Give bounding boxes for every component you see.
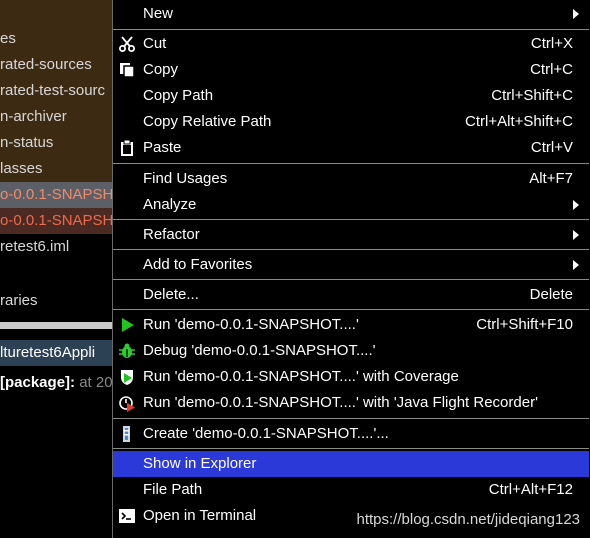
- tree-item[interactable]: raries: [0, 288, 38, 314]
- tree-item-selected[interactable]: o-0.0.1-SNAPSHO: [0, 182, 112, 208]
- run-config-icon: [118, 425, 136, 443]
- package-suffix: at 20: [79, 374, 112, 391]
- tree-item[interactable]: lasses: [0, 156, 43, 182]
- menu-label: Show in Explorer: [143, 455, 257, 472]
- menu-shortcut: Ctrl+X: [530, 35, 573, 52]
- menu-item-add-to-favorites[interactable]: Add to Favorites: [113, 252, 589, 278]
- menu-label: Copy Relative Path: [143, 113, 272, 130]
- menu-label: Create 'demo-0.0.1-SNAPSHOT....'...: [143, 425, 389, 442]
- menu-label: Copy Path: [143, 87, 214, 104]
- submenu-arrow-icon: [573, 200, 579, 210]
- menu-separator: [113, 249, 589, 250]
- menu-item-run[interactable]: Run 'demo-0.0.1-SNAPSHOT....' Ctrl+Shift…: [113, 312, 589, 338]
- submenu-arrow-icon: [573, 230, 579, 240]
- menu-item-create[interactable]: Create 'demo-0.0.1-SNAPSHOT....'...: [113, 421, 589, 447]
- menu-label: Delete...: [143, 286, 199, 303]
- menu-shortcut: Ctrl+Alt+F12: [488, 481, 573, 498]
- tree-item[interactable]: retest6.iml: [0, 234, 69, 260]
- tree-item[interactable]: o-0.0.1-SNAPSH: [0, 208, 112, 234]
- menu-label: File Path: [143, 481, 203, 498]
- menu-item-debug[interactable]: Debug 'demo-0.0.1-SNAPSHOT....': [113, 338, 589, 364]
- menu-item-delete[interactable]: Delete... Delete: [113, 282, 589, 308]
- clipboard-icon: [118, 139, 136, 157]
- terminal-icon: [118, 507, 136, 525]
- menu-item-show-in-explorer[interactable]: Show in Explorer: [113, 451, 589, 477]
- menu-item-file-path[interactable]: File Path Ctrl+Alt+F12: [113, 477, 589, 503]
- menu-label: Paste: [143, 139, 182, 156]
- menu-item-run-with-coverage[interactable]: Run 'demo-0.0.1-SNAPSHOT....' with Cover…: [113, 364, 589, 390]
- menu-separator: [113, 163, 589, 164]
- flight-recorder-icon: [118, 394, 136, 412]
- tree-item[interactable]: es: [0, 26, 16, 52]
- run-icon: [118, 316, 136, 334]
- menu-label: Add to Favorites: [143, 256, 253, 273]
- menu-label: Analyze: [143, 196, 197, 213]
- menu-label: Refactor: [143, 226, 200, 243]
- menu-separator: [113, 29, 589, 30]
- copy-icon: [118, 61, 136, 79]
- menu-label: Find Usages: [143, 170, 228, 187]
- tree-scroll-strip: [0, 322, 112, 329]
- menu-shortcut: Delete: [529, 286, 573, 303]
- menu-item-copy[interactable]: Copy Ctrl+C: [113, 57, 589, 83]
- menu-item-run-with-jfr[interactable]: Run 'demo-0.0.1-SNAPSHOT....' with 'Java…: [113, 390, 589, 416]
- menu-item-paste[interactable]: Paste Ctrl+V: [113, 135, 589, 161]
- coverage-icon: [118, 368, 136, 386]
- menu-item-copy-path[interactable]: Copy Path Ctrl+Shift+C: [113, 83, 589, 109]
- menu-item-refactor[interactable]: Refactor: [113, 222, 589, 248]
- menu-shortcut: Ctrl+Shift+F10: [476, 316, 573, 333]
- submenu-arrow-icon: [573, 9, 579, 19]
- menu-separator: [113, 448, 589, 449]
- package-label: [package]:: [0, 374, 76, 391]
- run-config-item[interactable]: lturetest6Appli: [0, 340, 112, 366]
- menu-shortcut: Alt+F7: [529, 170, 573, 187]
- menu-item-find-usages[interactable]: Find Usages Alt+F7: [113, 166, 589, 192]
- tree-item[interactable]: n-status: [0, 130, 53, 156]
- menu-label: Copy: [143, 61, 179, 78]
- menu-separator: [113, 309, 589, 310]
- menu-item-cut[interactable]: Cut Ctrl+X: [113, 31, 589, 57]
- menu-shortcut: Ctrl+Alt+Shift+C: [465, 113, 573, 130]
- menu-shortcut: Ctrl+Shift+C: [491, 87, 573, 104]
- menu-shortcut: Ctrl+C: [530, 61, 573, 78]
- menu-separator: [113, 219, 589, 220]
- menu-label: Run 'demo-0.0.1-SNAPSHOT....': [143, 316, 359, 333]
- tree-item[interactable]: rated-test-sourc: [0, 78, 105, 104]
- menu-separator: [113, 418, 589, 419]
- submenu-arrow-icon: [573, 260, 579, 270]
- menu-item-new[interactable]: New: [113, 1, 589, 27]
- debug-bug-icon: [118, 342, 136, 360]
- menu-shortcut: Ctrl+V: [530, 139, 573, 156]
- menu-separator: [113, 279, 589, 280]
- tree-item[interactable]: n-archiver: [0, 104, 67, 130]
- context-menu: New Cut Ctrl+X Copy Ctrl+C Copy Path Ctr…: [112, 0, 590, 538]
- tree-item[interactable]: rated-sources: [0, 52, 92, 78]
- menu-label: Run 'demo-0.0.1-SNAPSHOT....' with Cover…: [143, 368, 459, 385]
- scissors-icon: [118, 35, 136, 53]
- menu-item-copy-relative-path[interactable]: Copy Relative Path Ctrl+Alt+Shift+C: [113, 109, 589, 135]
- watermark-text: https://blog.csdn.net/jideqiang123: [356, 511, 581, 528]
- package-row: [package]: at 20: [0, 370, 112, 396]
- menu-label: Cut: [143, 35, 167, 52]
- menu-label: Debug 'demo-0.0.1-SNAPSHOT....': [143, 342, 376, 359]
- menu-label: New: [143, 5, 174, 22]
- menu-label: Run 'demo-0.0.1-SNAPSHOT....' with 'Java…: [143, 394, 538, 411]
- project-tree: es rated-sources rated-test-sourc n-arch…: [0, 0, 112, 538]
- menu-item-analyze[interactable]: Analyze: [113, 192, 589, 218]
- menu-label: Open in Terminal: [143, 507, 257, 524]
